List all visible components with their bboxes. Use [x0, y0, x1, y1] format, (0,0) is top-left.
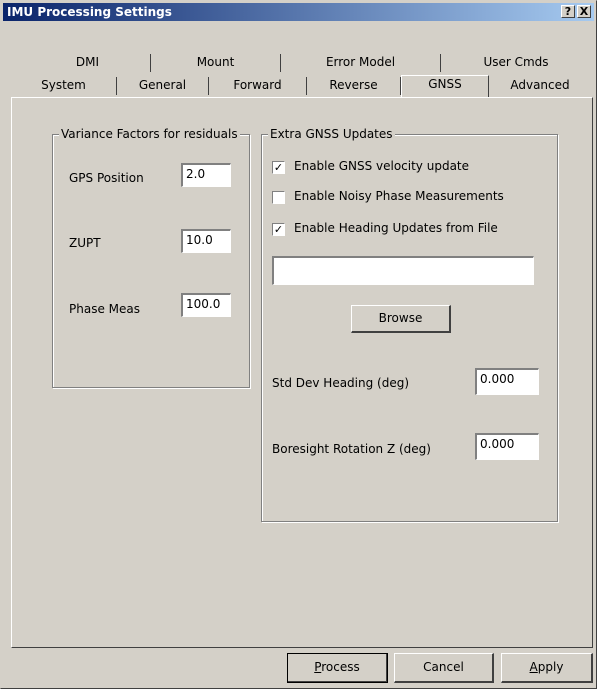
- dialog-window: IMU Processing Settings ? X DMI Mount Er…: [0, 0, 597, 689]
- heading-file-label[interactable]: Enable Heading Updates from File: [294, 221, 498, 235]
- phase-meas-input[interactable]: 100.0: [181, 293, 231, 317]
- close-button[interactable]: X: [577, 5, 591, 18]
- gnss-velocity-checkbox[interactable]: ✓: [272, 161, 285, 174]
- noisy-phase-checkbox[interactable]: [272, 191, 285, 204]
- apply-label-rest: pply: [537, 660, 564, 674]
- std-dev-heading-input[interactable]: 0.000: [475, 368, 539, 395]
- phase-meas-label: Phase Meas: [69, 302, 140, 316]
- zupt-label: ZUPT: [69, 236, 101, 250]
- extra-gnss-updates-group: Extra GNSS Updates ✓ Enable GNSS velocit…: [261, 127, 558, 522]
- tab-reverse[interactable]: Reverse: [307, 77, 401, 95]
- zupt-input[interactable]: 10.0: [181, 229, 231, 253]
- tab-system[interactable]: System: [11, 77, 117, 95]
- process-button[interactable]: Process: [287, 653, 388, 683]
- variance-factors-group: Variance Factors for residuals GPS Posit…: [52, 127, 250, 388]
- noisy-phase-label[interactable]: Enable Noisy Phase Measurements: [294, 189, 504, 203]
- std-dev-heading-label: Std Dev Heading (deg): [272, 376, 410, 390]
- tab-forward[interactable]: Forward: [209, 77, 307, 95]
- gnss-velocity-label[interactable]: Enable GNSS velocity update: [294, 159, 469, 173]
- gps-position-input[interactable]: 2.0: [181, 163, 231, 187]
- heading-file-path-input[interactable]: [272, 256, 534, 285]
- boresight-z-label: Boresight Rotation Z (deg): [272, 442, 431, 456]
- gnss-tab-panel: Variance Factors for residuals GPS Posit…: [11, 97, 593, 648]
- tab-dmi[interactable]: DMI: [25, 54, 151, 72]
- apply-hotkey: A: [529, 660, 538, 674]
- tab-general[interactable]: General: [117, 77, 209, 95]
- variance-factors-title: Variance Factors for residuals: [59, 127, 240, 141]
- tab-gnss[interactable]: GNSS: [401, 75, 489, 97]
- title-bar: IMU Processing Settings ? X: [3, 3, 594, 21]
- help-button[interactable]: ?: [561, 5, 575, 18]
- tab-user-cmds[interactable]: User Cmds: [441, 54, 591, 72]
- tab-error-model[interactable]: Error Model: [281, 54, 441, 72]
- boresight-z-input[interactable]: 0.000: [475, 433, 539, 460]
- tab-mount[interactable]: Mount: [151, 54, 281, 72]
- extra-gnss-updates-title: Extra GNSS Updates: [268, 127, 395, 141]
- window-title: IMU Processing Settings: [7, 5, 172, 19]
- process-label-rest: rocess: [321, 660, 360, 674]
- browse-button[interactable]: Browse: [351, 305, 451, 333]
- cancel-button[interactable]: Cancel: [394, 653, 494, 683]
- heading-file-checkbox[interactable]: ✓: [272, 223, 285, 236]
- gps-position-label: GPS Position: [69, 171, 144, 185]
- tab-advanced[interactable]: Advanced: [489, 77, 591, 95]
- apply-button[interactable]: Apply: [501, 653, 593, 683]
